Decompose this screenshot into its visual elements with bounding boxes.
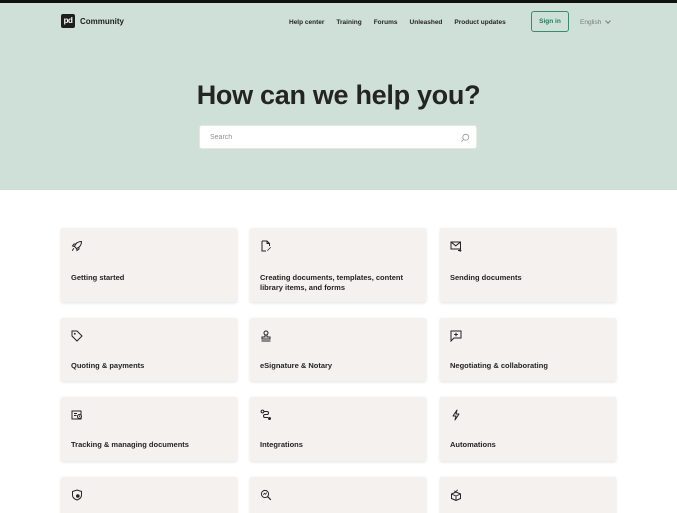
logo-mark-icon: pd (61, 14, 75, 28)
lightning-icon (452, 409, 460, 421)
category-card-security[interactable] (61, 477, 237, 513)
main-nav: Help center Training Forums Unleashed Pr… (289, 14, 506, 30)
category-label: Creating documents, templates, content l… (260, 273, 403, 292)
page-title: How can we help you? (196, 80, 481, 110)
category-label: Integrations (260, 440, 303, 449)
category-card-analytics[interactable] (250, 477, 426, 513)
search-input[interactable] (200, 126, 450, 148)
nav-product-updates[interactable]: Product updates (454, 19, 505, 26)
language-selector[interactable]: English (580, 14, 612, 30)
category-label: Quoting & payments (71, 361, 145, 370)
category-card-sending-documents[interactable]: Sending documents (440, 228, 616, 302)
document-tracking-icon (71, 410, 82, 420)
nav-training[interactable]: Training (336, 19, 361, 26)
document-edit-icon (261, 240, 271, 252)
category-card-integrations[interactable]: Integrations (250, 397, 426, 461)
category-label: Negotiating & collaborating (450, 361, 548, 370)
logo-text: Community (80, 16, 124, 26)
logo[interactable]: pd Community (61, 14, 124, 28)
category-label: eSignature & Notary (260, 361, 333, 370)
category-card-creating-documents[interactable]: Creating documents, templates, content l… (250, 228, 426, 302)
tag-icon (71, 330, 83, 342)
nav-help-center[interactable]: Help center (289, 19, 324, 26)
search-icon[interactable] (460, 133, 470, 143)
nav-unleashed[interactable]: Unleashed (410, 19, 443, 26)
language-label: English (580, 18, 602, 26)
category-card-admin[interactable] (440, 477, 616, 513)
category-card-tracking-managing[interactable]: Tracking & managing documents (61, 397, 237, 461)
category-label: Sending documents (450, 273, 522, 282)
shield-icon (72, 489, 82, 501)
category-card-negotiating-collaborating[interactable]: Negotiating & collaborating (440, 318, 616, 381)
nav-forums[interactable]: Forums (374, 19, 398, 26)
stamp-icon (261, 330, 271, 342)
comment-plus-icon (450, 330, 462, 342)
chevron-down-icon (605, 17, 612, 24)
category-card-quoting-payments[interactable]: Quoting & payments (61, 318, 237, 381)
search-analytics-icon (260, 489, 272, 501)
rocket-icon (71, 240, 83, 252)
integration-icon (260, 409, 271, 420)
category-card-esignature-notary[interactable]: eSignature & Notary (250, 318, 426, 381)
category-label: Getting started (71, 273, 125, 282)
category-label: Tracking & managing documents (71, 440, 189, 449)
sign-in-button[interactable]: Sign in (531, 11, 569, 32)
category-label: Automations (450, 440, 496, 449)
box-check-icon (451, 489, 461, 501)
search-box (199, 125, 477, 149)
category-card-getting-started[interactable]: Getting started (61, 228, 237, 302)
mail-send-icon (450, 241, 462, 252)
category-card-automations[interactable]: Automations (440, 397, 616, 461)
